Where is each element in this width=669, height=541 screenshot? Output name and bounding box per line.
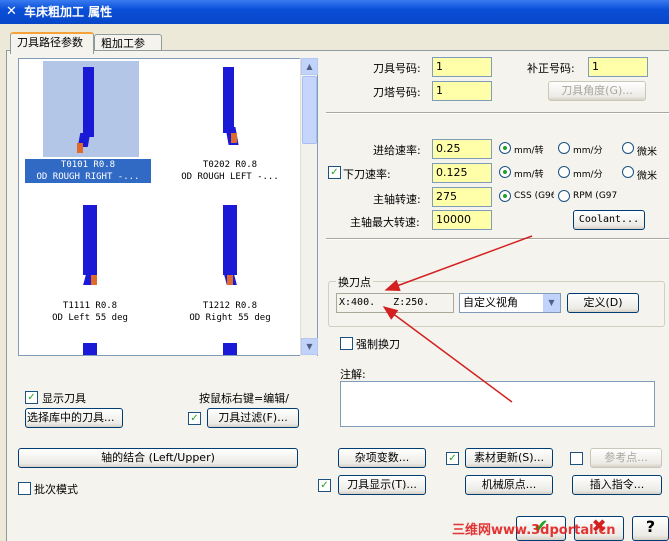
arrow-line xyxy=(382,306,513,403)
annotation-arrows xyxy=(382,235,533,403)
tab-toolpath-params[interactable]: 刀具路径参数 xyxy=(10,32,94,54)
arrow-line xyxy=(384,235,533,291)
